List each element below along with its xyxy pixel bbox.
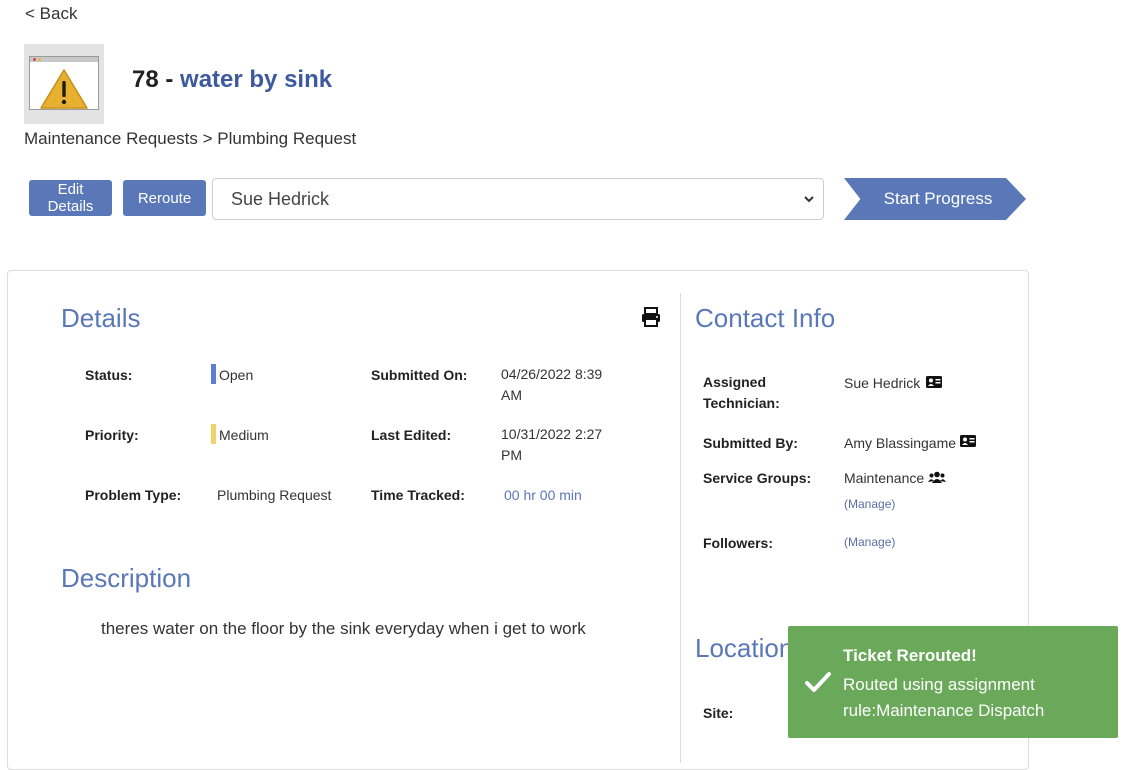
window-dot (38, 58, 41, 61)
warning-icon (40, 69, 88, 109)
priority-value: Medium (219, 427, 269, 443)
assignee-select[interactable]: Sue Hedrick (212, 178, 824, 220)
service-groups-manage-link[interactable]: (Manage) (844, 497, 895, 511)
checkmark-icon (805, 672, 831, 692)
reroute-toast[interactable]: Ticket Rerouted! Routed using assignment… (788, 626, 1118, 738)
breadcrumb: Maintenance Requests > Plumbing Request (24, 129, 357, 148)
back-link[interactable]: < Back (25, 4, 77, 24)
assigned-technician-label: Assigned Technician: (703, 374, 780, 411)
followers-label: Followers: (703, 535, 774, 551)
status-color-bar (211, 364, 216, 384)
assignee-select-value: Sue Hedrick (231, 188, 330, 209)
priority-label: Priority: (85, 427, 139, 443)
print-icon[interactable] (640, 306, 662, 328)
contact-card-icon[interactable] (926, 376, 942, 388)
assigned-technician-value: Sue Hedrick (844, 375, 921, 391)
service-groups-label: Service Groups: (703, 470, 812, 486)
window-dot (33, 58, 36, 61)
time-tracked-link[interactable]: 00 hr 00 min (504, 487, 582, 503)
ticket-number: 78 (132, 66, 159, 93)
column-divider (680, 293, 681, 763)
site-label: Site: (703, 705, 734, 721)
service-groups-value: Maintenance (844, 470, 925, 486)
users-group-icon (928, 471, 946, 483)
description-heading: Description (61, 563, 192, 593)
status-label: Status: (85, 367, 133, 383)
description-text: theres water on the floor by the sink ev… (101, 619, 586, 638)
submitted-by-label: Submitted By: (703, 435, 798, 451)
contact-card-icon[interactable] (960, 435, 976, 447)
submitted-on-label: Submitted On: (371, 367, 468, 383)
followers-manage-link[interactable]: (Manage) (844, 535, 895, 549)
submitted-by-value: Amy Blassingame (844, 435, 957, 451)
last-edited-value: 10/31/2022 2:27 PM (501, 426, 603, 463)
problem-type-label: Problem Type: (85, 487, 182, 503)
contact-info-heading: Contact Info (695, 303, 836, 333)
last-edited-label: Last Edited: (371, 427, 452, 443)
details-heading: Details (61, 303, 141, 333)
toast-title: Ticket Rerouted! (843, 646, 977, 665)
start-progress-button[interactable]: Start Progress (844, 178, 1026, 220)
ticket-thumbnail (24, 44, 104, 124)
reroute-button[interactable]: Reroute (123, 180, 206, 216)
chevron-down-icon (804, 196, 814, 203)
status-value: Open (219, 367, 254, 383)
priority-color-bar (211, 424, 216, 444)
title-separator: - (158, 66, 181, 93)
ticket-name[interactable]: water by sink (180, 66, 332, 93)
time-tracked-label: Time Tracked: (371, 487, 465, 503)
problem-type-value: Plumbing Request (217, 487, 332, 503)
submitted-on-value: 04/26/2022 8:39 AM (501, 366, 603, 403)
toast-message: Routed using assignment rule:Maintenance… (843, 675, 1045, 720)
ticket-title: 78 - water by sink (132, 66, 332, 94)
edit-details-button[interactable]: Edit Details (29, 180, 112, 216)
location-heading: Location (695, 633, 794, 663)
